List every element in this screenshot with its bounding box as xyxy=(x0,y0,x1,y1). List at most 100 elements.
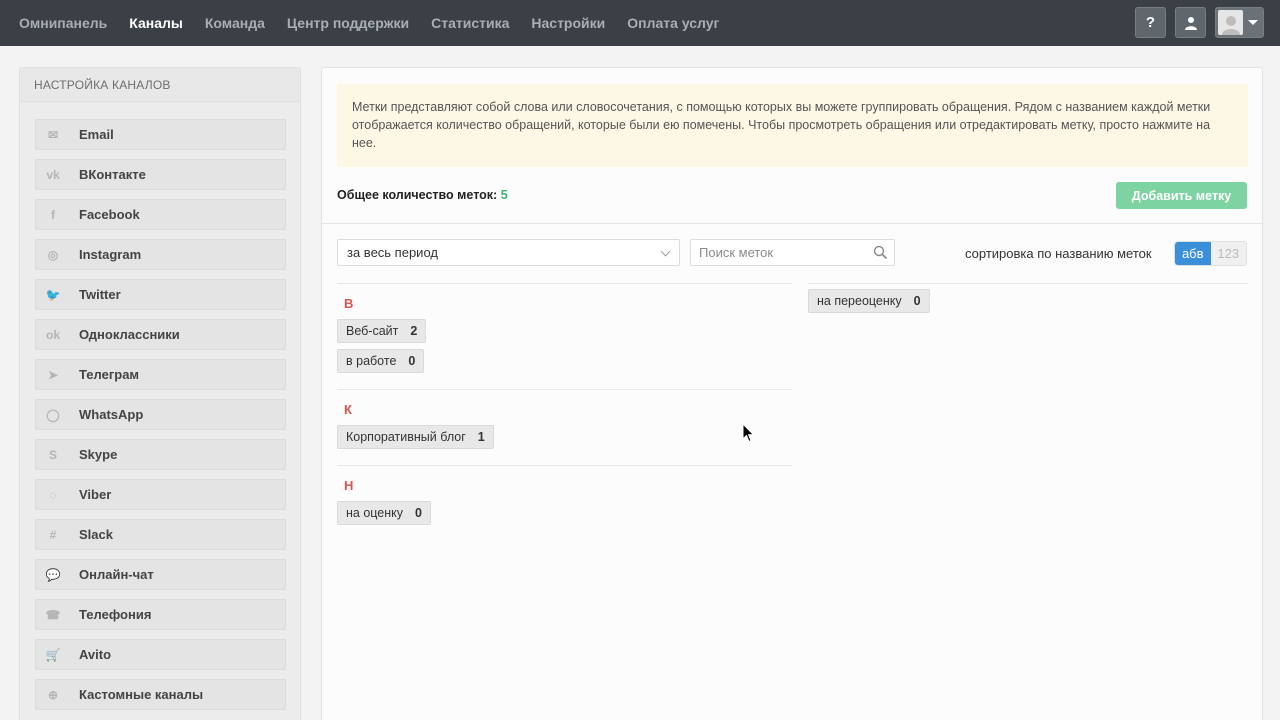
sidebar-item-label: Телеграм xyxy=(79,367,140,382)
help-button[interactable]: ? xyxy=(1135,7,1166,38)
sidebar-item-label: Twitter xyxy=(79,287,121,302)
user-icon xyxy=(1184,16,1197,30)
channel-list: ✉ Email vk ВКонтакте f Facebook ◎ Instag… xyxy=(35,119,286,719)
sidebar-item-twitter[interactable]: 🐦 Twitter xyxy=(35,279,286,310)
divider xyxy=(337,283,792,284)
channels-sidebar: НАСТРОЙКА КАНАЛОВ ✉ Email vk ВКонтакте f… xyxy=(19,67,301,720)
email-icon: ✉ xyxy=(47,127,59,142)
tag-name: на оценку xyxy=(346,506,404,520)
sidebar-item-label: Email xyxy=(79,127,114,142)
group-letter: В xyxy=(344,296,354,311)
account-menu-button[interactable] xyxy=(1215,7,1264,38)
tag-name: в работе xyxy=(346,354,397,368)
tag-item[interactable]: в работе 0 xyxy=(337,349,425,373)
tag-name: Веб-сайт xyxy=(346,324,399,338)
chevron-down-icon xyxy=(1248,20,1258,25)
sidebar-item-slack[interactable]: # Slack xyxy=(35,519,286,550)
sidebar-item-skype[interactable]: S Skype xyxy=(35,439,286,470)
search-icon[interactable] xyxy=(873,245,888,260)
nav-item-omnipanel[interactable]: Омнипанель xyxy=(19,15,107,31)
nav-item-settings[interactable]: Настройки xyxy=(531,15,605,31)
period-select[interactable]: за весь период xyxy=(337,239,680,266)
sidebar-item-label: Instagram xyxy=(79,247,142,262)
tags-panel: Метки представляют собой слова или слово… xyxy=(321,67,1263,720)
sidebar-title: НАСТРОЙКА КАНАЛОВ xyxy=(20,68,300,102)
avatar xyxy=(1218,10,1243,35)
whatsapp-icon: ◯ xyxy=(46,407,60,422)
sidebar-item-label: Facebook xyxy=(79,207,140,222)
sidebar-item-facebook[interactable]: f Facebook xyxy=(35,199,286,230)
viber-icon: ◌ xyxy=(49,487,57,502)
main-nav: Омнипанель Каналы Команда Центр поддержк… xyxy=(19,0,741,46)
sort-label: сортировка по названию меток xyxy=(965,246,1152,261)
tag-count: 0 xyxy=(408,354,416,368)
divider xyxy=(808,283,1248,284)
total-tags: Общее количество меток: 5 xyxy=(337,188,508,202)
search-input[interactable] xyxy=(691,240,861,265)
sidebar-item-label: Кастомные каналы xyxy=(79,687,204,702)
nav-item-statistics[interactable]: Статистика xyxy=(431,15,509,31)
divider xyxy=(337,389,792,390)
sort-alpha-button[interactable]: абв xyxy=(1175,242,1211,265)
divider xyxy=(337,465,792,466)
sidebar-item-telegram[interactable]: ➤ Телеграм xyxy=(35,359,286,390)
avatar-placeholder-icon xyxy=(1221,16,1240,35)
add-tag-button[interactable]: Добавить метку xyxy=(1116,182,1247,209)
slack-icon: # xyxy=(49,527,57,542)
sidebar-item-label: Skype xyxy=(79,447,118,462)
tag-item[interactable]: Корпоративный блог 1 xyxy=(337,425,494,449)
sidebar-item-label: ВКонтакте xyxy=(79,167,146,182)
sidebar-item-custom-channels[interactable]: ⊕ Кастомные каналы xyxy=(35,679,286,710)
tag-search xyxy=(690,239,895,266)
tag-item[interactable]: на переоценку 0 xyxy=(808,289,930,313)
sidebar-item-label: Slack xyxy=(79,527,113,542)
sidebar-item-viber[interactable]: ◌ Viber xyxy=(35,479,286,510)
period-select-value: за весь период xyxy=(347,245,438,260)
nav-item-support-center[interactable]: Центр поддержки xyxy=(287,15,409,31)
tag-item[interactable]: Веб-сайт 2 xyxy=(337,319,427,343)
telegram-icon: ➤ xyxy=(47,367,59,382)
sidebar-item-label: Одноклассники xyxy=(79,327,180,342)
instagram-icon: ◎ xyxy=(47,247,59,262)
sidebar-item-label: Viber xyxy=(79,487,112,502)
tag-count: 0 xyxy=(415,506,422,520)
phone-icon: ☎ xyxy=(45,607,61,622)
nav-item-channels[interactable]: Каналы xyxy=(129,15,183,31)
chevron-down-icon xyxy=(660,246,671,257)
sidebar-item-online-chat[interactable]: 💬 Онлайн-чат xyxy=(35,559,286,590)
group-letter: К xyxy=(344,402,352,417)
help-icon: ? xyxy=(1145,14,1156,31)
tag-count: 1 xyxy=(477,430,485,444)
sidebar-item-avito[interactable]: 🛒 Avito xyxy=(35,639,286,670)
tag-count: 2 xyxy=(410,324,418,338)
total-tags-label: Общее количество меток: xyxy=(337,188,498,202)
nav-item-team[interactable]: Команда xyxy=(205,15,265,31)
tag-item[interactable]: на оценку 0 xyxy=(337,501,431,525)
sidebar-item-telephony[interactable]: ☎ Телефония xyxy=(35,599,286,630)
sidebar-item-instagram[interactable]: ◎ Instagram xyxy=(35,239,286,270)
divider xyxy=(322,223,1262,224)
profile-button[interactable] xyxy=(1175,7,1206,38)
tag-count: 0 xyxy=(913,294,921,308)
sidebar-item-label: WhatsApp xyxy=(79,407,144,422)
sidebar-item-label: Телефония xyxy=(79,607,152,622)
tag-name: Корпоративный блог xyxy=(346,430,466,444)
group-letter: Н xyxy=(344,478,354,493)
sort-numeric-button[interactable]: 123 xyxy=(1211,242,1247,265)
chat-icon: 💬 xyxy=(45,567,61,582)
twitter-icon: 🐦 xyxy=(45,287,61,302)
top-actions: ? xyxy=(1135,7,1264,38)
sidebar-item-vkontakte[interactable]: vk ВКонтакте xyxy=(35,159,286,190)
mouse-cursor-icon xyxy=(742,423,755,443)
facebook-icon: f xyxy=(51,207,55,222)
cart-icon: 🛒 xyxy=(45,647,61,662)
sidebar-item-odnoklassniki[interactable]: ok Одноклассники xyxy=(35,319,286,350)
plus-circle-icon: ⊕ xyxy=(47,687,59,702)
odnoklassniki-icon: ok xyxy=(45,327,60,342)
sidebar-item-label: Avito xyxy=(79,647,112,662)
tag-name: на переоценку xyxy=(817,294,902,308)
sidebar-item-whatsapp[interactable]: ◯ WhatsApp xyxy=(35,399,286,430)
sidebar-item-email[interactable]: ✉ Email xyxy=(35,119,286,150)
sort-toggle: абв 123 xyxy=(1174,241,1247,266)
nav-item-billing[interactable]: Оплата услуг xyxy=(627,15,719,31)
